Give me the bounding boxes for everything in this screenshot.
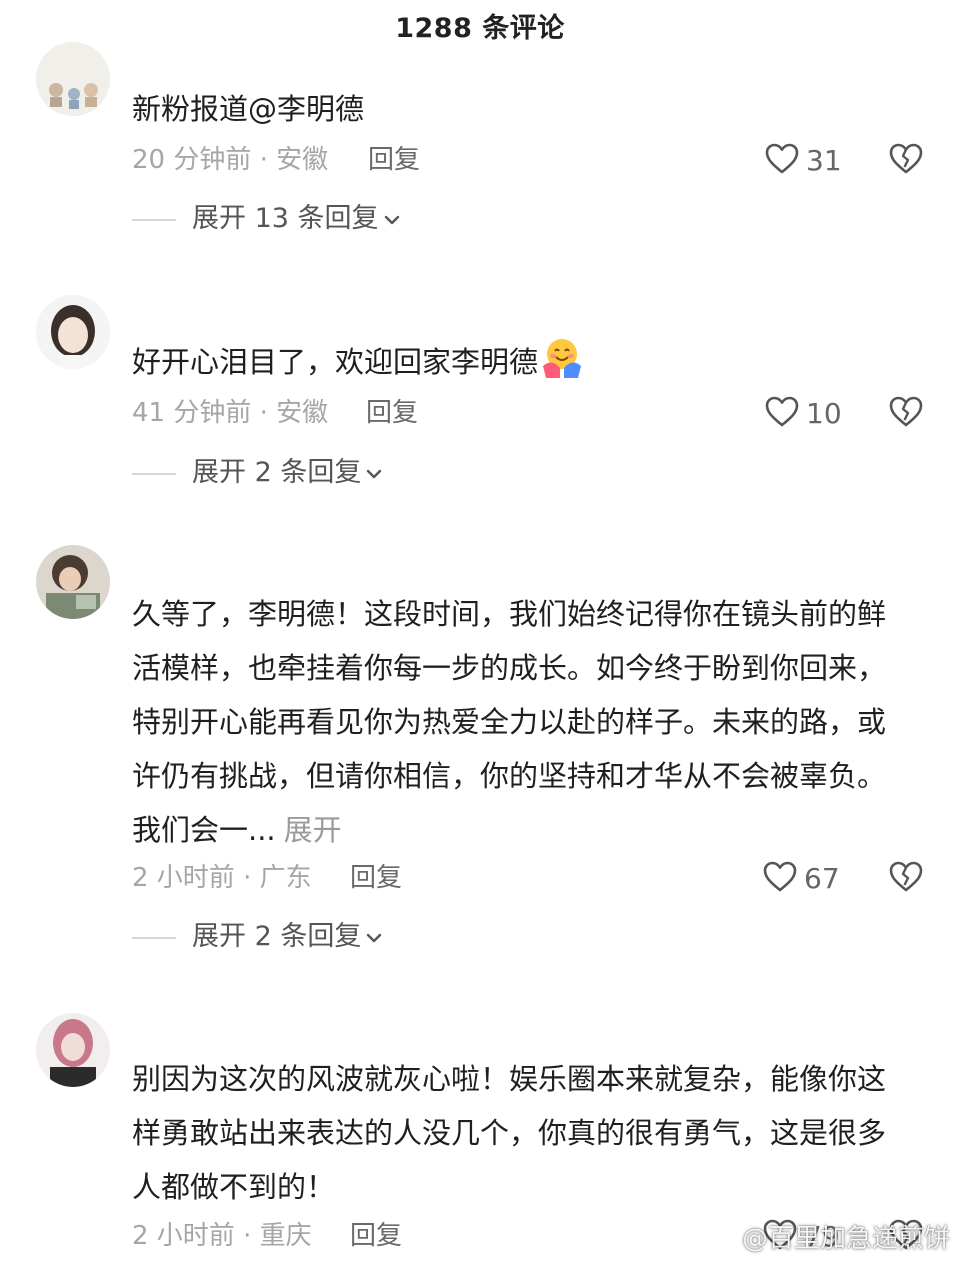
comment-text-content: 久等了，李明德！这段时间，我们始终记得你在镜头前的鲜活模样，也牵挂着你每一步的成… xyxy=(132,597,887,847)
heart-icon xyxy=(763,861,797,892)
like-count: 10 xyxy=(806,397,842,430)
like-button[interactable]: 67 xyxy=(762,859,844,899)
broken-heart-icon xyxy=(889,143,923,174)
expand-replies-label: 展开 2 条回复 xyxy=(192,921,362,952)
reply-button[interactable]: 回复 xyxy=(368,142,420,178)
comment-text: 别因为这次的风波就灰心啦！娱乐圈本来就复杂，能像你这样勇敢站出来表达的人没几个，… xyxy=(132,1062,887,1204)
comment-count-title: 1288 条评论 xyxy=(395,13,565,44)
reply-button[interactable]: 回复 xyxy=(350,860,402,896)
avatar-icon[interactable] xyxy=(36,545,110,619)
comment-time: 20 分钟前 xyxy=(132,145,252,175)
expand-replies-label: 展开 2 条回复 xyxy=(192,457,362,488)
comment-location: 安徽 xyxy=(276,145,329,175)
like-count: 67 xyxy=(804,862,840,895)
expand-divider-line xyxy=(132,937,176,939)
broken-heart-icon xyxy=(889,396,923,427)
broken-heart-icon xyxy=(889,861,923,892)
comments-page: 1288 条评论 新粉报道@李明德 20 分钟前 · 安徽 回复 31 展开 1… xyxy=(0,0,960,1267)
expand-divider-line xyxy=(132,219,176,221)
chevron-down-icon xyxy=(367,469,382,478)
comment-meta: 41 分钟前 · 安徽 xyxy=(132,395,328,431)
expand-text-link[interactable]: 展开 xyxy=(284,813,342,847)
comment-location: 安徽 xyxy=(276,398,329,428)
expand-replies-button[interactable]: 展开 2 条回复 xyxy=(132,919,402,955)
reply-button[interactable]: 回复 xyxy=(350,1218,402,1254)
meta-separator: · xyxy=(243,863,252,893)
like-button[interactable]: 31 xyxy=(764,141,844,181)
meta-separator: · xyxy=(259,398,268,428)
comment-text: 久等了，李明德！这段时间，我们始终记得你在镜头前的鲜活模样，也牵挂着你每一步的成… xyxy=(132,587,912,857)
expand-replies-button[interactable]: 展开 13 条回复 xyxy=(132,201,412,237)
expand-divider-line xyxy=(132,473,176,475)
expand-replies-button[interactable]: 展开 2 条回复 xyxy=(132,455,402,491)
heart-icon xyxy=(765,143,799,174)
comment-text: 好开心泪目了，欢迎回家李明德 xyxy=(132,335,912,389)
avatar-icon[interactable] xyxy=(36,42,110,116)
comment-location: 重庆 xyxy=(259,1221,312,1251)
chevron-down-icon xyxy=(384,215,399,224)
reply-button[interactable]: 回复 xyxy=(366,395,418,431)
heart-icon xyxy=(765,396,799,427)
comment-time: 2 小时前 xyxy=(132,1221,235,1251)
dislike-button[interactable] xyxy=(888,859,924,899)
like-button[interactable]: 10 xyxy=(764,394,844,434)
avatar-icon[interactable] xyxy=(36,1013,110,1087)
comment-location: 广东 xyxy=(259,863,312,893)
dislike-button[interactable] xyxy=(888,394,924,434)
like-count: 31 xyxy=(806,144,842,177)
chevron-down-icon xyxy=(367,933,382,942)
expand-replies-label: 展开 13 条回复 xyxy=(192,203,379,234)
meta-separator: · xyxy=(259,145,268,175)
comment-meta: 20 分钟前 · 安徽 xyxy=(132,142,328,178)
meta-separator: · xyxy=(243,1221,252,1251)
dislike-button[interactable] xyxy=(888,141,924,181)
comment-time: 2 小时前 xyxy=(132,863,235,893)
hugging-face-emoji xyxy=(543,339,582,378)
weibo-logo-icon xyxy=(706,1229,735,1252)
comment-text-content: 好开心泪目了，欢迎回家李明德 xyxy=(132,345,539,379)
comment-time: 41 分钟前 xyxy=(132,398,252,428)
avatar-icon[interactable] xyxy=(36,295,110,369)
weibo-watermark: @百里加急递煎饼 xyxy=(706,1219,950,1259)
comment-meta: 2 小时前 · 重庆 xyxy=(132,1218,312,1254)
watermark-text: @百里加急递煎饼 xyxy=(741,1224,950,1254)
comment-meta: 2 小时前 · 广东 xyxy=(132,860,312,896)
comment-text: 新粉报道@李明德 xyxy=(132,92,365,126)
